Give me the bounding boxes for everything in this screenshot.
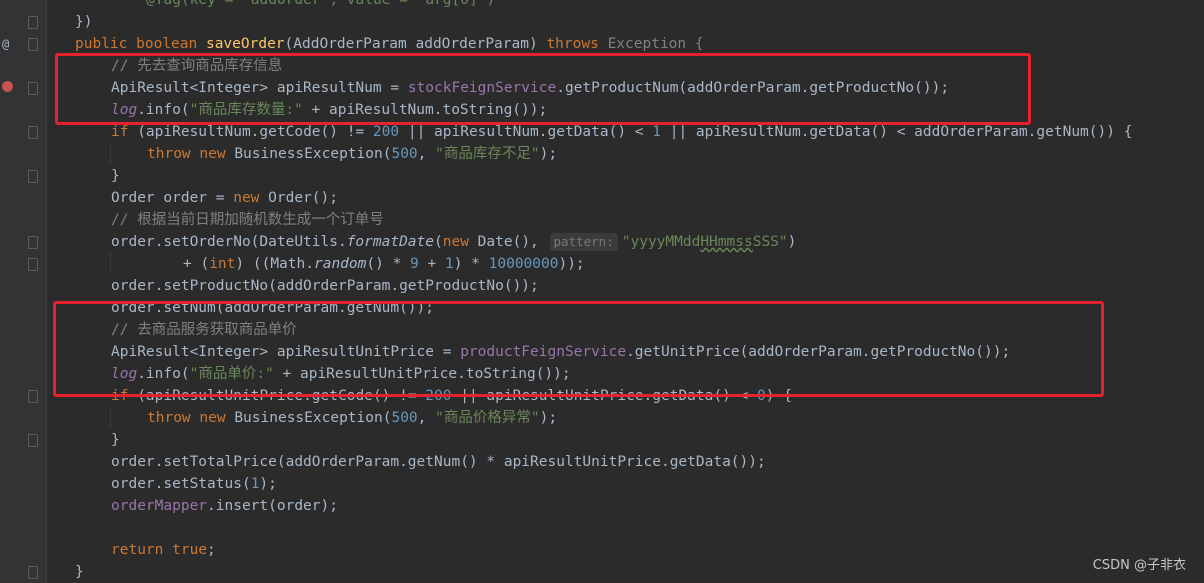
code-text: (AddOrderParam addOrderParam) — [284, 36, 538, 52]
keyword: int — [209, 256, 236, 272]
code-text: } — [75, 564, 84, 580]
code-line-method-signature: public boolean saveOrder(AddOrderParam a… — [75, 33, 704, 55]
code-text: , — [417, 146, 436, 162]
code-text: Order order = — [111, 190, 234, 206]
code-text: || apiResultNum.getData() < — [399, 124, 653, 140]
keyword: new — [199, 146, 226, 162]
code-line: Order order = new Order(); — [111, 187, 338, 209]
fold-marker-icon[interactable] — [28, 434, 38, 447]
keyword: true — [172, 542, 208, 558]
code-text: ); — [259, 476, 277, 492]
code-line: throw new BusinessException(500, "商品库存不足… — [147, 143, 557, 165]
string-literal: "商品价格异常" — [435, 410, 540, 426]
fold-marker-icon[interactable] — [28, 38, 38, 51]
editor-gutter[interactable]: @ — [0, 0, 47, 583]
number-literal: 500 — [391, 146, 418, 162]
highlight-box-stock-query — [55, 53, 1031, 125]
code-text: order.setProductNo(addOrderParam.getProd… — [111, 278, 539, 294]
highlight-box-unit-price — [53, 301, 1104, 397]
code-text: () * — [366, 256, 411, 272]
code-line: order.setOrderNo(DateUtils.formatDate(ne… — [111, 231, 796, 253]
keyword: return — [111, 542, 164, 558]
keyword: throws — [546, 36, 599, 52]
code-line-annotation: @Tag(key = "addOrder", value = "arg[0]") — [146, 0, 495, 11]
string-literal: "商品库存不足" — [435, 146, 540, 162]
code-text: ) ((Math. — [235, 256, 314, 272]
code-text: ) * — [453, 256, 489, 272]
code-line: }) — [75, 11, 92, 33]
code-text: ; — [207, 542, 216, 558]
code-text: } — [111, 168, 120, 184]
code-text: , — [417, 410, 436, 426]
code-text: .insert(order); — [207, 498, 338, 514]
number-literal: 10000000 — [488, 256, 559, 272]
watermark: CSDN @子非衣 — [1092, 558, 1186, 573]
code-line: } — [111, 165, 120, 187]
method-name: saveOrder — [205, 36, 285, 52]
fold-marker-icon[interactable] — [28, 170, 38, 183]
keyword: new — [233, 190, 260, 206]
code-text: order.setOrderNo(DateUtils. — [111, 234, 347, 250]
code-line: throw new BusinessException(500, "商品价格异常… — [147, 407, 557, 429]
code-text: Order(); — [259, 190, 338, 206]
code-text: )); — [558, 256, 585, 272]
comment-text: // 根据当前日期加随机数生成一个订单号 — [111, 212, 384, 228]
method-name: random — [313, 256, 367, 272]
number-literal: 9 — [410, 256, 419, 272]
string-literal: SSS" — [752, 234, 788, 250]
code-text: (apiResultNum.getCode() != — [128, 124, 373, 140]
code-text: } — [111, 432, 120, 448]
field-name: orderMapper — [111, 498, 208, 514]
code-line: order.setTotalPrice(addOrderParam.getNum… — [111, 451, 766, 473]
code-line: orderMapper.insert(order); — [111, 495, 338, 517]
keyword: new — [199, 410, 226, 426]
string-literal: "yyyyMMdd — [621, 234, 701, 250]
fold-marker-icon[interactable] — [28, 16, 38, 29]
code-text: + ( — [183, 256, 210, 272]
override-icon[interactable]: @ — [2, 33, 9, 55]
fold-marker-icon[interactable] — [28, 126, 38, 139]
fold-marker-icon[interactable] — [28, 236, 38, 249]
fold-marker-icon[interactable] — [28, 82, 38, 95]
code-editor[interactable]: @ @Tag(key = "addOrder", value = "arg[0]… — [0, 0, 1204, 583]
breakpoint-icon[interactable] — [2, 81, 13, 92]
code-line: order.setStatus(1); — [111, 473, 277, 495]
code-line: } — [111, 429, 120, 451]
fold-marker-icon[interactable] — [28, 390, 38, 403]
number-literal: 1 — [652, 124, 662, 140]
keyword: new — [442, 234, 469, 250]
code-text: order.setTotalPrice(addOrderParam.getNum… — [111, 454, 766, 470]
code-text: || apiResultNum.getData() < addOrderPara… — [661, 124, 1133, 140]
code-line-comment: // 根据当前日期加随机数生成一个订单号 — [111, 209, 384, 231]
code-text: ); — [539, 146, 558, 162]
method-name: formatDate — [346, 234, 435, 250]
keyword: boolean — [136, 36, 198, 52]
string-literal-typo: HHmmss — [700, 234, 753, 250]
code-text: ) — [787, 234, 797, 250]
number-literal: 500 — [391, 410, 418, 426]
code-text: order.setStatus( — [111, 476, 251, 492]
code-text: Exception { — [607, 36, 704, 52]
code-line: return true; — [111, 539, 216, 561]
code-text: Date(), — [468, 234, 548, 250]
code-line: + (int) ((Math.random() * 9 + 1) * 10000… — [183, 253, 585, 275]
fold-marker-icon[interactable] — [28, 258, 38, 271]
parameter-hint: pattern: — [549, 233, 618, 251]
keyword: throw — [147, 410, 191, 426]
code-text: }) — [75, 14, 93, 30]
keyword: if — [111, 124, 129, 140]
fold-marker-icon[interactable] — [28, 566, 38, 579]
keyword: public — [75, 36, 128, 52]
code-line: } — [75, 561, 84, 583]
keyword: throw — [147, 146, 191, 162]
number-literal: 1 — [444, 256, 454, 272]
code-text: + — [418, 256, 445, 272]
annotation-text: @Tag(key = "addOrder", value = "arg[0]") — [146, 0, 496, 8]
code-text: ); — [539, 410, 558, 426]
code-text: BusinessException( — [225, 146, 392, 162]
number-literal: 200 — [372, 124, 400, 140]
code-text: BusinessException( — [225, 410, 392, 426]
code-line: order.setProductNo(addOrderParam.getProd… — [111, 275, 539, 297]
code-text: ( — [434, 234, 443, 250]
